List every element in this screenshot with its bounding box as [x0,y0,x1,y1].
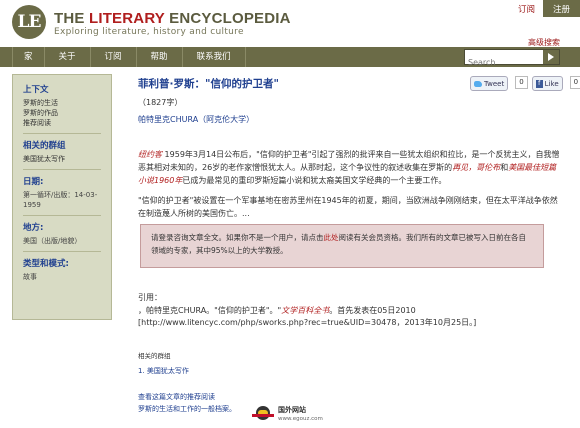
citation-encyclopedia: 文学百科全书 [281,306,330,315]
sidebar-place-heading: 地方: [23,223,44,233]
like-button[interactable]: f Like [531,76,563,91]
sidebar-link-life[interactable]: 罗斯的生活 [23,98,111,108]
source-magazine: 纽约客 [138,150,162,159]
sidebar-date-text: 第一循环/出版：14-03-1959 [23,191,98,209]
related-group-link[interactable]: 1. 美国犹太写作 [138,366,189,376]
sidebar-type-text[interactable]: 故事 [23,272,111,282]
article-paragraph-1: 纽约客 1959年3月14日公布后，"信仰的护卫者"引起了强烈的批评来自一些犹太… [138,148,562,187]
search-input[interactable] [465,55,543,70]
citation-label: 引用： [138,293,162,302]
citation-text: ，帕特里克CHURA。"信仰的护卫者"。"文学百科全书。首先发表在05日2010… [138,305,558,329]
title-part-encyclopedia: ENCYCLOPEDIA [164,10,291,27]
sidebar-link-works[interactable]: 罗斯的作品 [23,108,111,118]
site-title[interactable]: THE LITERARY ENCYCLOPEDIA [54,10,291,27]
twitter-icon [474,80,482,87]
nav-item-contact[interactable]: 联系我们 [183,47,246,67]
citation-part-a: ，帕特里克CHURA。"信仰的护卫者"。" [138,306,282,315]
sidebar-context-heading: 上下文 [23,85,49,95]
nav-items: 家 关于 订阅 帮助 联系我们 [12,47,246,67]
nav-item-home[interactable]: 家 [12,47,45,67]
membership-link[interactable]: 此处 [324,233,339,242]
nav-item-about[interactable]: 关于 [45,47,91,67]
sidebar-link-reading[interactable]: 推荐阅读 [23,118,111,128]
sidebar-place-text[interactable]: 美国（出版/地貌） [23,236,111,246]
sidebar: 上下文 罗斯的生活 罗斯的作品 推荐阅读 相关的群组 美国犹太写作 日期: 第一… [12,74,112,320]
book-title-goodbye: 再见，哥伦布 [452,163,501,172]
site-header: LE THE LITERARY ENCYCLOPEDIA Exploring l… [0,0,580,46]
title-part-the: THE [54,10,89,27]
watermark-url: www.egouz.com [278,416,323,422]
search-submit-icon[interactable] [543,50,559,64]
like-label: Like [544,79,559,88]
tweet-button[interactable]: Tweet [470,76,509,91]
tweet-label: Tweet [484,79,505,88]
tweet-count: 0 [515,76,528,89]
author-line: 帕特里克CHURA（阿克伦大学） [138,114,558,125]
paywall-notice: 请登录咨询文章全文。如果你不是一个用户，请点击此处阅读有关会员资格。我们所有的文… [140,224,544,268]
share-buttons: Tweet 0 f Like 0 [470,76,580,91]
site-tagline: Exploring literature, history and cultur… [54,27,244,37]
nav-item-subscribe[interactable]: 订阅 [91,47,137,67]
author-affiliation: （阿克伦大学） [198,115,255,124]
nav-item-help[interactable]: 帮助 [137,47,183,67]
p1-text-c: 已成为最常见的重印罗斯短篇小说和犹太裔美国文学经典的一个主要工作。 [182,176,447,185]
article-paragraph-2: "信仰的护卫者"被设置在一个军事基地在密苏里州在1945年的初夏，期间，当欧洲战… [138,196,558,218]
sidebar-date-heading: 日期: [23,177,44,187]
like-count: 0 [569,76,580,89]
top-links: 订阅 注册 [510,0,580,17]
sidebar-type-heading: 类型和模式: [23,259,69,269]
watermark-logo-icon [252,406,274,420]
author-name[interactable]: 帕特里克CHURA [138,115,198,124]
sidebar-divider [23,251,101,252]
related-groups-heading: 相关的群组 [138,352,171,360]
sidebar-divider [23,133,101,134]
paywall-text-a: 请登录咨询文章全文。如果你不是一个用户，请点击 [151,233,324,242]
recommended-reading-link[interactable]: 查看这篇文章的推荐阅读 [138,392,215,402]
sidebar-divider [23,215,101,216]
author-archive-link[interactable]: 罗斯的生活和工作的一般档案。 [138,404,236,414]
word-count: （1827字） [138,98,183,107]
watermark: 国外网站 www.egouz.com [252,404,332,426]
sidebar-link-group[interactable]: 美国犹太写作 [23,154,111,164]
advanced-search-link[interactable]: 高级搜索 [528,37,560,48]
watermark-text: 国外网站 [278,406,306,414]
register-button[interactable]: 注册 [542,0,580,17]
main-nav: 家 关于 订阅 帮助 联系我们 [0,47,580,70]
sidebar-divider [23,169,101,170]
p1-text-b: 和 [500,163,509,172]
subscribe-link[interactable]: 订阅 [510,0,543,17]
facebook-icon: f [535,79,543,88]
site-logo[interactable]: LE [12,5,46,39]
sidebar-groups-heading: 相关的群组 [23,141,66,151]
title-part-literary: LITERARY [88,10,165,27]
search-box [464,49,560,70]
